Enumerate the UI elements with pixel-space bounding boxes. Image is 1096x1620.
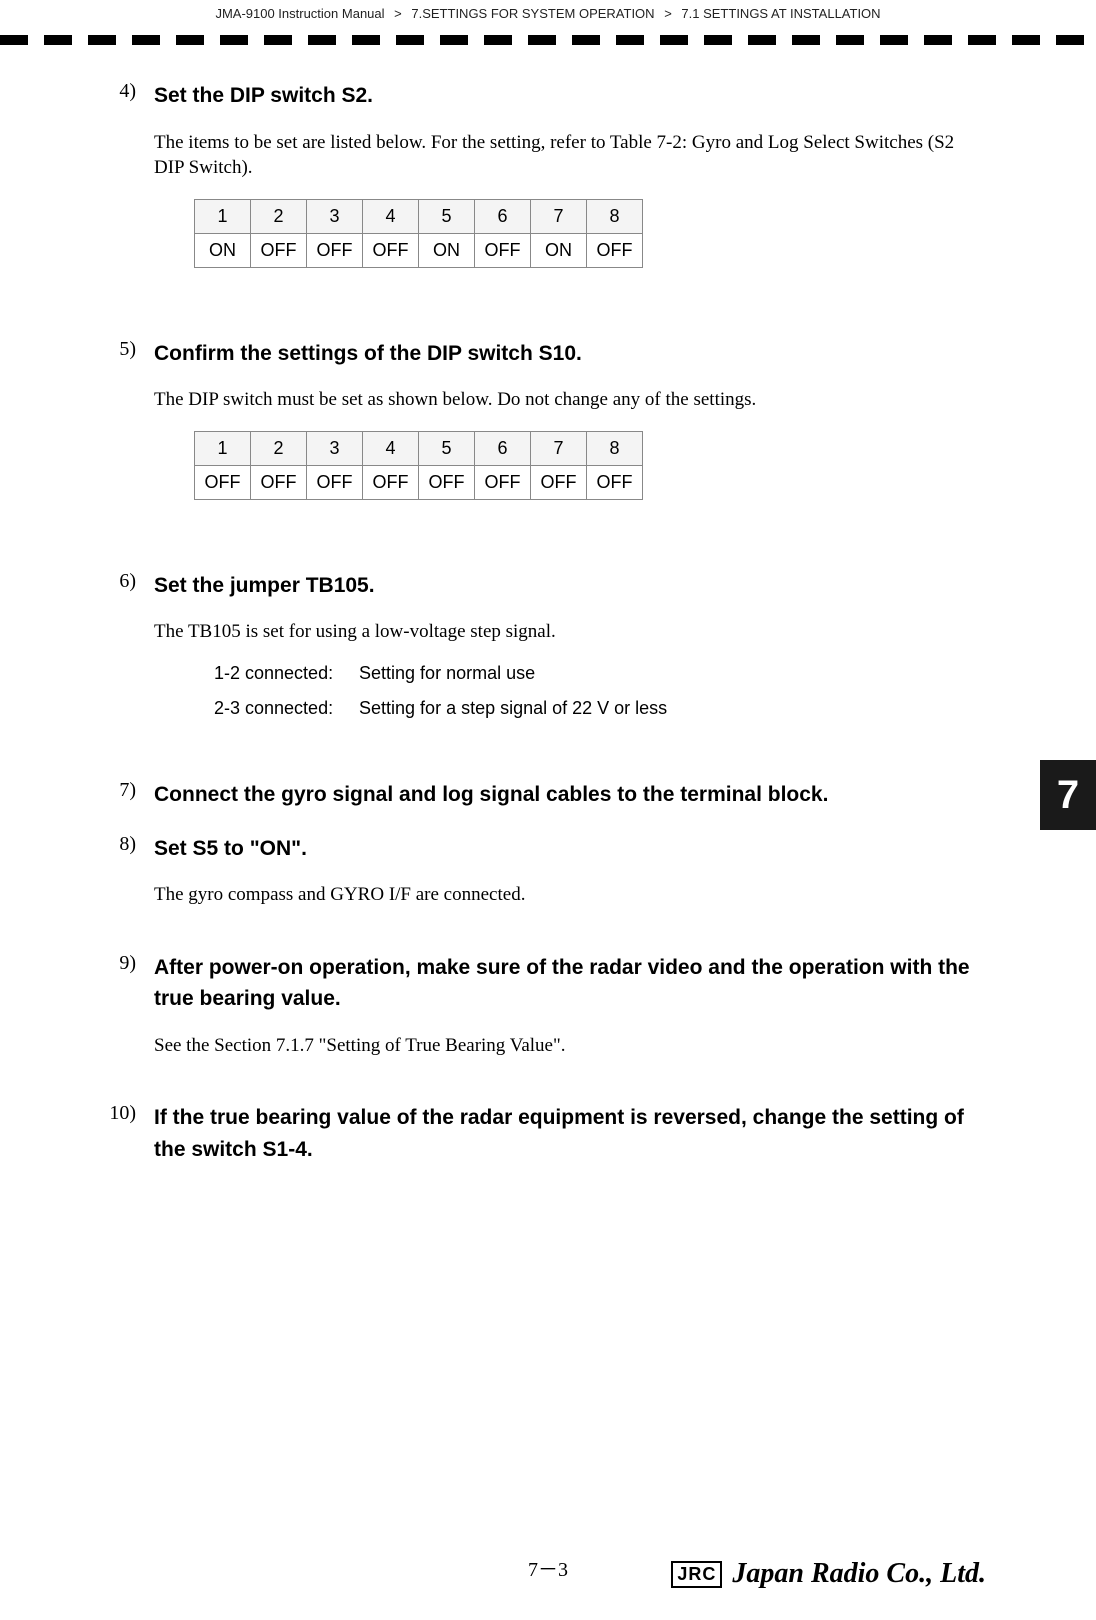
- table-header: 4: [363, 431, 419, 465]
- step-paragraph: The DIP switch must be set as shown belo…: [154, 387, 988, 413]
- step-number: 10): [108, 1102, 136, 1125]
- jumper-label: 2-3 connected:: [214, 698, 354, 719]
- table-header: 6: [475, 431, 531, 465]
- table-cell: OFF: [419, 465, 475, 499]
- step-number: 9): [108, 952, 136, 975]
- breadcrumb-c: 7.1 SETTINGS AT INSTALLATION: [681, 6, 880, 21]
- table-header: 3: [307, 199, 363, 233]
- step-title: If the true bearing value of the radar e…: [154, 1102, 988, 1165]
- step-title: Set S5 to "ON".: [154, 833, 307, 865]
- table-header: 7: [531, 199, 587, 233]
- table-cell: OFF: [195, 465, 251, 499]
- table-row: OFF OFF OFF OFF OFF OFF OFF OFF: [195, 465, 643, 499]
- table-cell: OFF: [251, 465, 307, 499]
- table-cell: OFF: [587, 233, 643, 267]
- step-number: 4): [108, 80, 136, 103]
- breadcrumb-sep: >: [394, 6, 402, 21]
- step-10: 10) If the true bearing value of the rad…: [108, 1102, 988, 1165]
- step-title: Confirm the settings of the DIP switch S…: [154, 338, 582, 370]
- table-row: 1 2 3 4 5 6 7 8: [195, 431, 643, 465]
- step-8: 8) Set S5 to "ON". The gyro compass and …: [108, 833, 988, 908]
- page-content: 4) Set the DIP switch S2. The items to b…: [108, 80, 988, 1217]
- step-number: 8): [108, 833, 136, 856]
- jumper-desc: Setting for a step signal of 22 V or les…: [359, 698, 667, 718]
- jumper-row: 2-3 connected: Setting for a step signal…: [214, 698, 988, 719]
- table-cell: OFF: [363, 465, 419, 499]
- step-number: 6): [108, 570, 136, 593]
- table-header: 2: [251, 431, 307, 465]
- table-header: 1: [195, 199, 251, 233]
- breadcrumb-b: 7.SETTINGS FOR SYSTEM OPERATION: [411, 6, 654, 21]
- step-title: Connect the gyro signal and log signal c…: [154, 779, 828, 811]
- table-header: 6: [475, 199, 531, 233]
- jumper-settings: 1-2 connected: Setting for normal use 2-…: [214, 663, 988, 719]
- company-logo: JRC Japan Radio Co., Ltd.: [671, 1558, 986, 1590]
- step-6: 6) Set the jumper TB105. The TB105 is se…: [108, 570, 988, 719]
- table-row: 1 2 3 4 5 6 7 8: [195, 199, 643, 233]
- dip-s2-table: 1 2 3 4 5 6 7 8 ON OFF OFF OFF ON OFF ON: [194, 199, 643, 268]
- table-row: ON OFF OFF OFF ON OFF ON OFF: [195, 233, 643, 267]
- table-cell: OFF: [363, 233, 419, 267]
- table-cell: OFF: [475, 233, 531, 267]
- step-7: 7) Connect the gyro signal and log signa…: [108, 779, 988, 811]
- table-header: 4: [363, 199, 419, 233]
- table-header: 8: [587, 199, 643, 233]
- table-cell: OFF: [531, 465, 587, 499]
- table-header: 8: [587, 431, 643, 465]
- jumper-label: 1-2 connected:: [214, 663, 354, 684]
- table-cell: ON: [419, 233, 475, 267]
- table-cell: OFF: [307, 233, 363, 267]
- page-number: 7－3: [528, 1553, 568, 1582]
- step-5: 5) Confirm the settings of the DIP switc…: [108, 338, 988, 500]
- header-divider: [0, 35, 1096, 45]
- table-header: 2: [251, 199, 307, 233]
- table-cell: OFF: [251, 233, 307, 267]
- dip-s10-table: 1 2 3 4 5 6 7 8 OFF OFF OFF OFF OFF OFF …: [194, 431, 643, 500]
- table-header: 1: [195, 431, 251, 465]
- table-header: 5: [419, 431, 475, 465]
- table-cell: OFF: [475, 465, 531, 499]
- breadcrumb: JMA-9100 Instruction Manual > 7.SETTINGS…: [0, 6, 1096, 21]
- step-paragraph: The gyro compass and GYRO I/F are connec…: [154, 882, 988, 908]
- breadcrumb-sep: >: [664, 6, 672, 21]
- jrc-logo-box: JRC: [671, 1561, 722, 1588]
- step-paragraph: The items to be set are listed below. Fo…: [154, 130, 988, 181]
- breadcrumb-a: JMA-9100 Instruction Manual: [215, 6, 384, 21]
- jumper-row: 1-2 connected: Setting for normal use: [214, 663, 988, 684]
- table-cell: OFF: [307, 465, 363, 499]
- table-cell: ON: [531, 233, 587, 267]
- jrc-logo-script: Japan Radio Co., Ltd.: [732, 1558, 986, 1590]
- step-paragraph: See the Section 7.1.7 "Setting of True B…: [154, 1033, 988, 1059]
- table-header: 7: [531, 431, 587, 465]
- step-title: Set the jumper TB105.: [154, 570, 375, 602]
- table-cell: OFF: [587, 465, 643, 499]
- table-cell: ON: [195, 233, 251, 267]
- table-header: 3: [307, 431, 363, 465]
- step-9: 9) After power-on operation, make sure o…: [108, 952, 988, 1059]
- chapter-tab: 7: [1040, 760, 1096, 830]
- step-title: After power-on operation, make sure of t…: [154, 952, 988, 1015]
- step-number: 5): [108, 338, 136, 361]
- table-header: 5: [419, 199, 475, 233]
- step-4: 4) Set the DIP switch S2. The items to b…: [108, 80, 988, 268]
- step-title: Set the DIP switch S2.: [154, 80, 373, 112]
- jumper-desc: Setting for normal use: [359, 663, 535, 683]
- step-paragraph: The TB105 is set for using a low-voltage…: [154, 619, 988, 645]
- step-number: 7): [108, 779, 136, 802]
